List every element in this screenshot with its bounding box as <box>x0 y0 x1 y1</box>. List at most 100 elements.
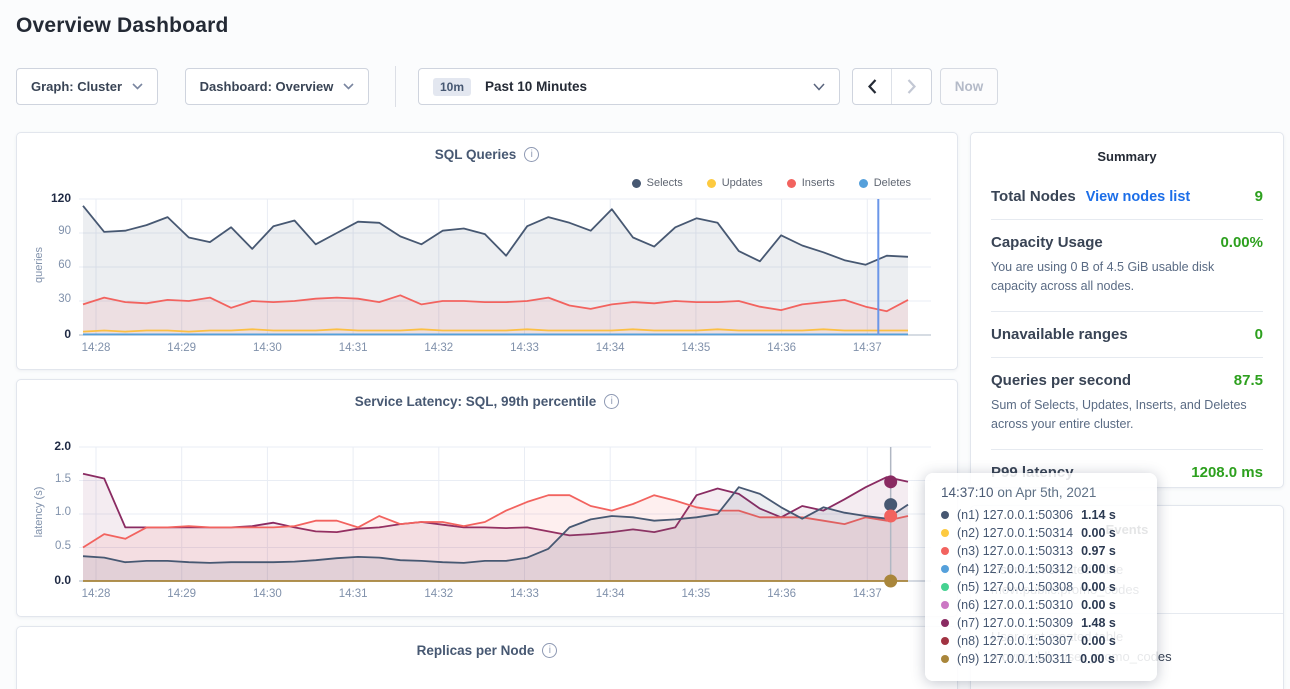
p99-latency-value: 1208.0 ms <box>1191 464 1263 481</box>
x-axis-tick: 14:31 <box>327 342 379 354</box>
unavailable-ranges-value: 0 <box>1255 326 1263 343</box>
tooltip-node-address: (n6) 127.0.0.1:50310 <box>957 598 1073 612</box>
node-color-dot <box>941 511 949 519</box>
next-time-button[interactable] <box>892 69 931 104</box>
x-axis-tick: 14:35 <box>670 342 722 354</box>
node-color-dot <box>941 655 949 663</box>
x-axis-tick: 14:36 <box>756 342 808 354</box>
time-step-buttons <box>852 68 932 105</box>
tooltip-time: 14:37:10 <box>941 485 994 500</box>
prev-time-button[interactable] <box>853 69 892 104</box>
x-axis-tick: 14:30 <box>241 588 293 600</box>
tooltip-row: (n2) 127.0.0.1:50314 0.00 s <box>941 524 1141 542</box>
x-axis-tick: 14:29 <box>156 342 208 354</box>
y-axis-tick: 90 <box>25 225 71 237</box>
tooltip-node-latency: 0.00 s <box>1081 562 1116 576</box>
tooltip-node-latency: 1.48 s <box>1081 616 1116 630</box>
y-axis-tick: 1.5 <box>25 473 71 485</box>
node-color-dot <box>941 547 949 555</box>
tooltip-node-latency: 0.00 s <box>1080 652 1115 666</box>
x-axis-tick: 14:30 <box>241 342 293 354</box>
tooltip-node-address: (n2) 127.0.0.1:50314 <box>957 526 1073 540</box>
x-axis-tick: 14:33 <box>499 588 551 600</box>
node-color-dot <box>941 637 949 645</box>
tooltip-row: (n3) 127.0.0.1:50313 0.97 s <box>941 542 1141 560</box>
node-color-dot <box>941 583 949 591</box>
overview-dashboard-page: Overview Dashboard Graph: Cluster Dashbo… <box>0 0 1290 689</box>
tooltip-date: on Apr 5th, 2021 <box>994 485 1097 500</box>
x-axis-tick: 14:31 <box>327 588 379 600</box>
unavailable-ranges-row: Unavailable ranges 0 <box>991 312 1263 358</box>
chevron-right-icon <box>907 79 916 94</box>
queries-per-second-row: Queries per second 87.5 Sum of Selects, … <box>991 358 1263 450</box>
capacity-usage-label: Capacity Usage <box>991 234 1103 251</box>
x-axis-tick: 14:28 <box>70 588 122 600</box>
tooltip-node-address: (n8) 127.0.0.1:50307 <box>957 634 1073 648</box>
tooltip-row: (n8) 127.0.0.1:503070.00 s <box>941 632 1141 650</box>
x-axis-tick: 14:32 <box>413 588 465 600</box>
time-range-label: Past 10 Minutes <box>485 79 587 94</box>
unavailable-ranges-label: Unavailable ranges <box>991 326 1128 343</box>
view-nodes-list-link[interactable]: View nodes list <box>1086 189 1191 205</box>
service-latency-panel: Service Latency: SQL, 99th percentile i … <box>16 379 958 617</box>
chevron-left-icon <box>868 79 877 94</box>
tooltip-node-latency: 0.00 s <box>1081 580 1116 594</box>
queries-per-second-subtext: Sum of Selects, Updates, Inserts, and De… <box>991 396 1263 435</box>
x-axis-tick: 14:33 <box>499 342 551 354</box>
y-axis-tick: 0.5 <box>25 540 71 552</box>
chart-title-text: Replicas per Node <box>417 643 535 658</box>
graph-dropdown[interactable]: Graph: Cluster <box>16 68 158 105</box>
toolbar-divider <box>395 66 396 107</box>
tooltip-node-address: (n7) 127.0.0.1:50309 <box>957 616 1073 630</box>
node-color-dot <box>941 601 949 609</box>
total-nodes-label: Total Nodes <box>991 188 1076 205</box>
panel-sql-chart-svg <box>17 133 957 369</box>
capacity-usage-value: 0.00% <box>1220 234 1263 251</box>
y-axis-tick: 2.0 <box>25 439 71 453</box>
tooltip-timestamp: 14:37:10 on Apr 5th, 2021 <box>941 485 1141 500</box>
tooltip-row: (n6) 127.0.0.1:503100.00 s <box>941 596 1141 614</box>
queries-per-second-label: Queries per second <box>991 372 1131 389</box>
y-axis-tick: 120 <box>25 191 71 205</box>
chevron-down-icon <box>813 83 825 91</box>
page-title: Overview Dashboard <box>16 14 229 38</box>
y-axis-tick: 0.0 <box>25 573 71 587</box>
capacity-usage-row: Capacity Usage 0.00% You are using 0 B o… <box>991 220 1263 312</box>
time-range-badge: 10m <box>433 78 471 96</box>
now-button[interactable]: Now <box>940 68 998 105</box>
x-axis-tick: 14:36 <box>756 588 808 600</box>
y-axis-tick: 30 <box>25 293 71 305</box>
tooltip-node-latency: 0.00 s <box>1081 526 1116 540</box>
chevron-down-icon <box>132 83 143 90</box>
graph-dropdown-label: Graph: Cluster <box>31 79 122 94</box>
tooltip-node-address: (n5) 127.0.0.1:50308 <box>957 580 1073 594</box>
tooltip-node-address: (n1) 127.0.0.1:50306 <box>957 508 1073 522</box>
y-axis-tick: 60 <box>25 259 71 271</box>
info-icon[interactable]: i <box>542 643 557 658</box>
node-color-dot <box>941 529 949 537</box>
dashboard-dropdown[interactable]: Dashboard: Overview <box>185 68 369 105</box>
x-axis-tick: 14:29 <box>156 588 208 600</box>
tooltip-row: (n1) 127.0.0.1:50306 1.14 s <box>941 506 1141 524</box>
tooltip-row: (n7) 127.0.0.1:50309 1.48 s <box>941 614 1141 632</box>
x-axis-tick: 14:34 <box>584 588 636 600</box>
y-axis-name: queries <box>33 215 45 315</box>
tooltip-node-latency: 0.97 s <box>1081 544 1116 558</box>
x-axis-tick: 14:34 <box>584 342 636 354</box>
x-axis-tick: 14:37 <box>841 342 893 354</box>
node-color-dot <box>941 619 949 627</box>
summary-title: Summary <box>971 133 1283 174</box>
x-axis-tick: 14:35 <box>670 588 722 600</box>
tooltip-node-address: (n3) 127.0.0.1:50313 <box>957 544 1073 558</box>
queries-per-second-value: 87.5 <box>1234 372 1263 389</box>
replicas-per-node-panel: Replicas per Node i <box>16 626 958 689</box>
sql-queries-panel: SQL Queries i SelectsUpdatesInsertsDelet… <box>16 132 958 370</box>
time-range-selector[interactable]: 10m Past 10 Minutes <box>418 68 840 105</box>
tooltip-node-latency: 1.14 s <box>1081 508 1116 522</box>
dashboard-dropdown-label: Dashboard: Overview <box>200 79 334 94</box>
summary-panel: Summary Total Nodes View nodes list 9 Ca… <box>970 132 1284 488</box>
tooltip-row: (n4) 127.0.0.1:503120.00 s <box>941 560 1141 578</box>
panel-latency-chart-svg <box>17 380 957 616</box>
total-nodes-value: 9 <box>1255 188 1263 205</box>
capacity-usage-subtext: You are using 0 B of 4.5 GiB usable disk… <box>991 258 1263 297</box>
